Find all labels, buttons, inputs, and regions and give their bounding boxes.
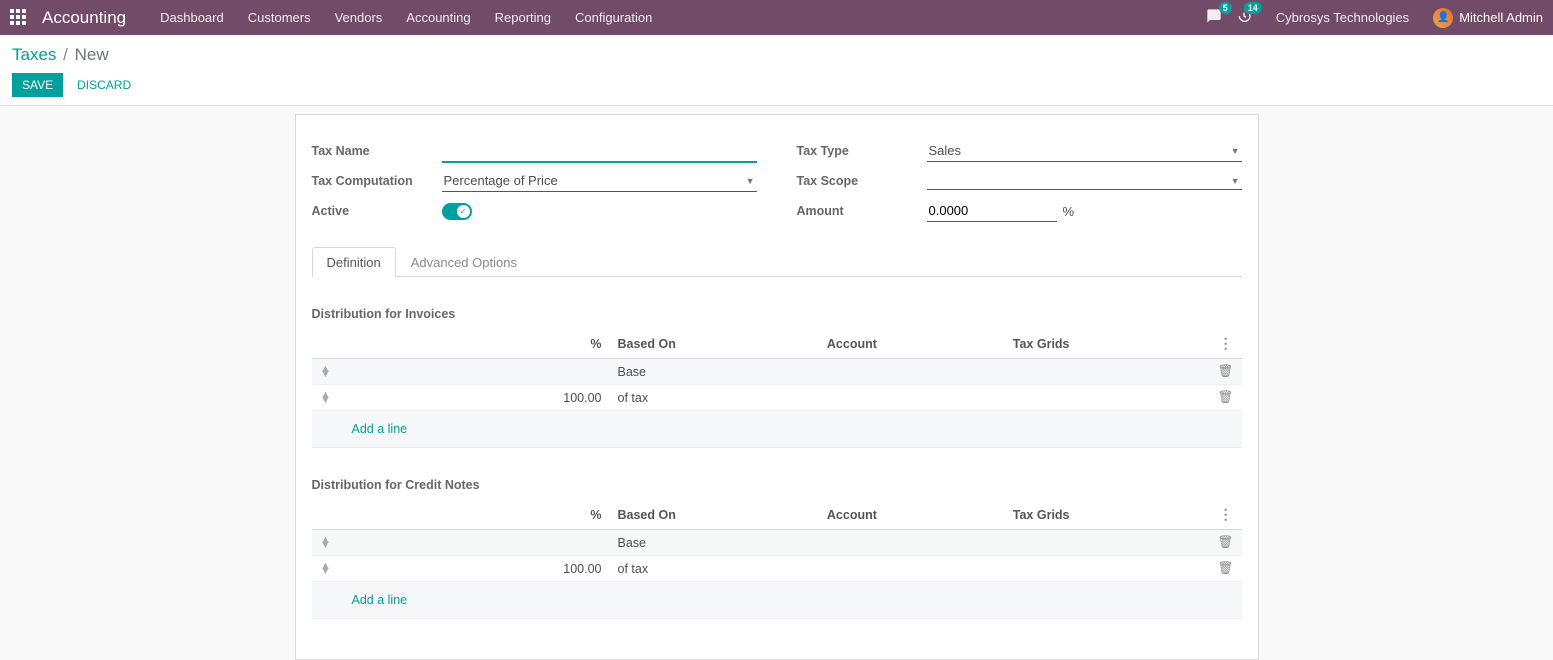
cell-account[interactable] [819,530,1005,556]
cell-based-on[interactable]: Base [610,530,819,556]
col-based-on: Based On [610,329,819,359]
credit-table: % Based On Account Tax Grids ⋮ ▲▼ Base 🗑 [312,500,1242,619]
user-name: Mitchell Admin [1459,10,1543,25]
top-navbar: Accounting Dashboard Customers Vendors A… [0,0,1553,35]
drag-handle-icon[interactable]: ▲▼ [320,564,332,574]
cell-account[interactable] [819,359,1005,385]
breadcrumb: Taxes / New [12,45,1537,65]
nav-dashboard[interactable]: Dashboard [148,0,236,35]
caret-down-icon: ▼ [746,176,755,186]
cell-based-on[interactable]: of tax [610,385,819,411]
label-tax-name: Tax Name [312,144,442,158]
active-toggle[interactable]: ✓ [442,203,472,220]
kebab-icon[interactable]: ⋮ [1219,335,1233,351]
drag-handle-icon[interactable]: ▲▼ [320,367,332,377]
amount-input[interactable] [927,200,1057,222]
tabs: Definition Advanced Options [312,247,1242,277]
col-account: Account [819,329,1005,359]
kebab-icon[interactable]: ⋮ [1219,506,1233,522]
cell-tax-grids[interactable] [1005,385,1210,411]
col-tax-grids: Tax Grids [1005,500,1210,530]
discard-button[interactable]: DISCARD [67,73,141,97]
tab-advanced[interactable]: Advanced Options [396,247,532,277]
company-switcher[interactable]: Cybrosys Technologies [1276,10,1409,25]
label-amount: Amount [797,204,927,218]
label-active: Active [312,204,442,218]
nav-reporting[interactable]: Reporting [483,0,563,35]
col-based-on: Based On [610,500,819,530]
cell-account[interactable] [819,385,1005,411]
trash-icon[interactable]: 🗑 [1210,359,1242,385]
breadcrumb-parent[interactable]: Taxes [12,45,56,64]
tax-type-select[interactable]: Sales ▼ [927,140,1242,162]
col-tax-grids: Tax Grids [1005,329,1210,359]
drag-handle-icon[interactable]: ▲▼ [320,393,332,403]
drag-handle-icon[interactable]: ▲▼ [320,538,332,548]
add-line-credit[interactable]: Add a line [320,587,1234,613]
apps-icon[interactable] [10,9,28,27]
amount-unit: % [1063,204,1075,219]
label-tax-computation: Tax Computation [312,174,442,188]
table-row[interactable]: ▲▼ Base 🗑 [312,359,1242,385]
add-line-invoices[interactable]: Add a line [320,416,1234,442]
caret-down-icon: ▼ [1231,176,1240,186]
app-name[interactable]: Accounting [42,8,126,28]
tab-definition[interactable]: Definition [312,247,396,277]
control-panel: Taxes / New SAVE DISCARD [0,35,1553,106]
cell-based-on[interactable]: Base [610,359,819,385]
check-icon: ✓ [457,205,470,218]
breadcrumb-current: New [75,45,109,64]
col-pct: % [340,329,610,359]
messages-icon[interactable]: 5 [1206,8,1222,27]
tax-scope-select[interactable]: ▼ [927,173,1242,190]
label-tax-type: Tax Type [797,144,927,158]
tax-computation-value: Percentage of Price [444,173,558,188]
trash-icon[interactable]: 🗑 [1210,385,1242,411]
user-menu[interactable]: 👤 Mitchell Admin [1433,8,1543,28]
table-row[interactable]: ▲▼ 100.00 of tax 🗑 [312,556,1242,582]
messages-badge: 5 [1219,2,1232,14]
tax-computation-select[interactable]: Percentage of Price ▼ [442,170,757,192]
invoices-table: % Based On Account Tax Grids ⋮ ▲▼ Base 🗑 [312,329,1242,448]
trash-icon[interactable]: 🗑 [1210,556,1242,582]
tax-name-input[interactable] [442,140,757,163]
cell-based-on[interactable]: of tax [610,556,819,582]
section-credit-title: Distribution for Credit Notes [312,478,1242,492]
caret-down-icon: ▼ [1231,146,1240,156]
activities-badge: 14 [1244,2,1262,14]
table-row[interactable]: ▲▼ Base 🗑 [312,530,1242,556]
cell-tax-grids[interactable] [1005,359,1210,385]
col-account: Account [819,500,1005,530]
cell-tax-grids[interactable] [1005,530,1210,556]
form-sheet: Tax Name Tax Computation Percentage of P… [295,114,1259,660]
nav-vendors[interactable]: Vendors [323,0,395,35]
cell-account[interactable] [819,556,1005,582]
table-row[interactable]: ▲▼ 100.00 of tax 🗑 [312,385,1242,411]
activities-icon[interactable]: 14 [1236,8,1252,27]
label-tax-scope: Tax Scope [797,174,927,188]
save-button[interactable]: SAVE [12,73,63,97]
nav-menu: Dashboard Customers Vendors Accounting R… [148,0,664,35]
cell-tax-grids[interactable] [1005,556,1210,582]
cell-pct[interactable]: 100.00 [340,385,610,411]
trash-icon[interactable]: 🗑 [1210,530,1242,556]
col-pct: % [340,500,610,530]
section-invoices-title: Distribution for Invoices [312,307,1242,321]
nav-customers[interactable]: Customers [236,0,323,35]
nav-configuration[interactable]: Configuration [563,0,664,35]
avatar: 👤 [1433,8,1453,28]
cell-pct[interactable] [340,530,610,556]
cell-pct[interactable] [340,359,610,385]
cell-pct[interactable]: 100.00 [340,556,610,582]
nav-accounting[interactable]: Accounting [394,0,482,35]
tax-type-value: Sales [929,143,962,158]
